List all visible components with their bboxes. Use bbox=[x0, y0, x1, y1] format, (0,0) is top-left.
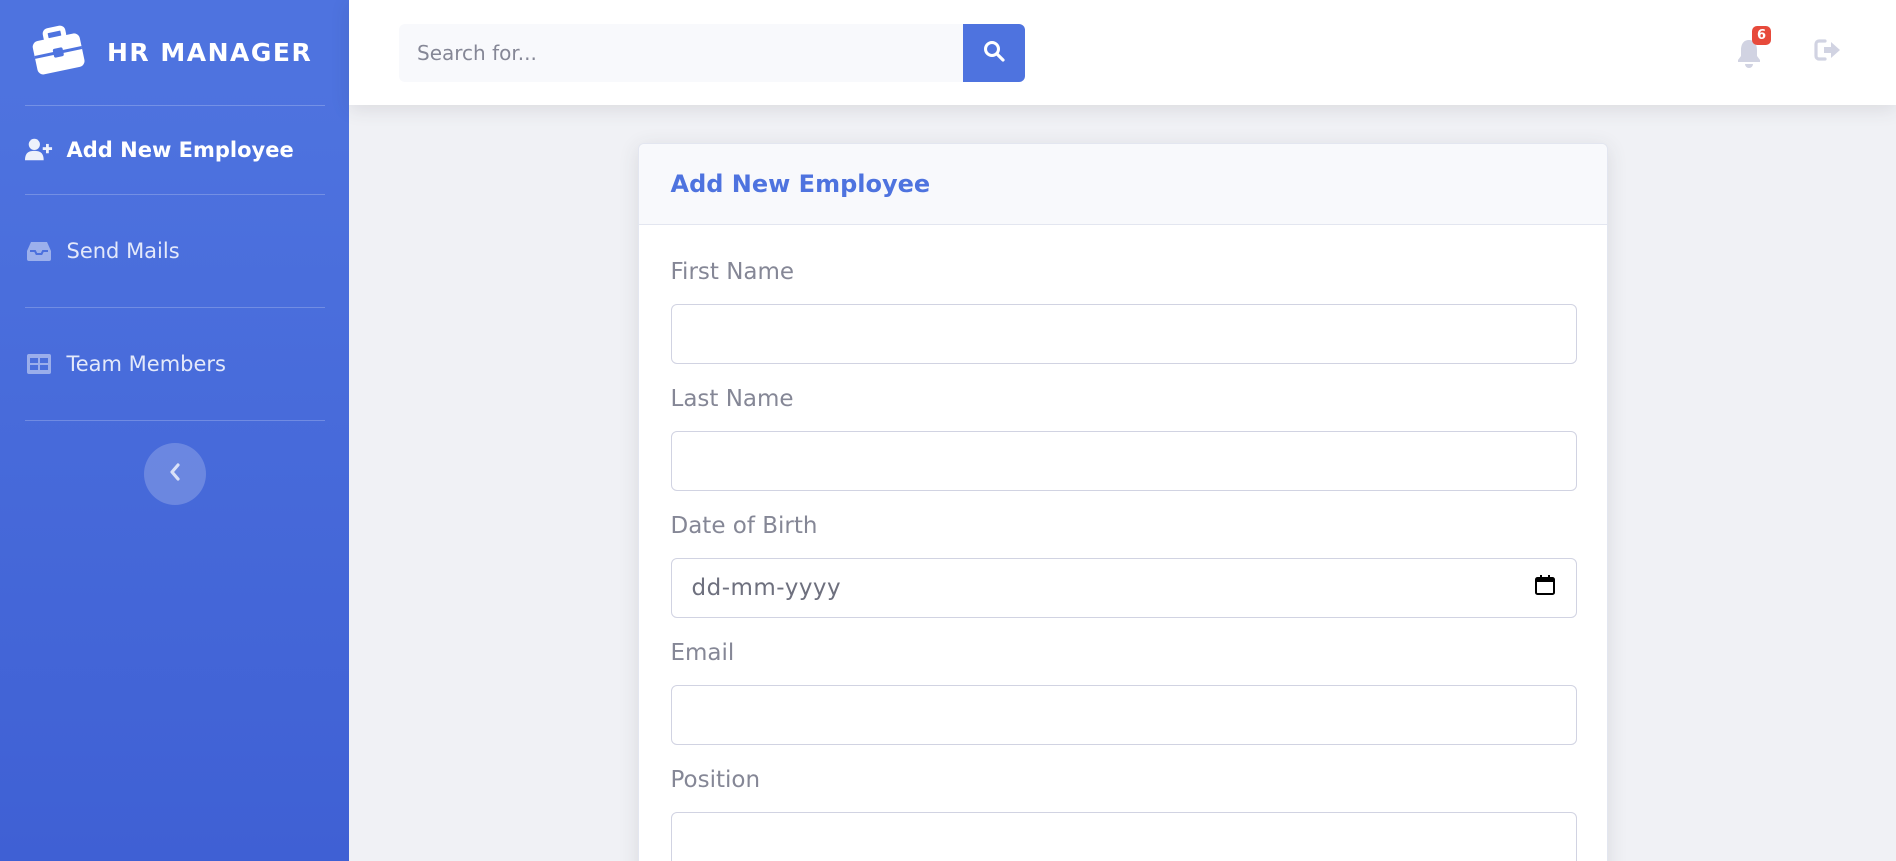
chevron-left-icon bbox=[168, 463, 182, 485]
topbar: 6 bbox=[349, 0, 1896, 105]
sidebar: HR MANAGER Add New Employee Send Mails T… bbox=[0, 0, 349, 861]
email-input[interactable] bbox=[670, 685, 1577, 745]
app-root: HR MANAGER Add New Employee Send Mails T… bbox=[0, 0, 1896, 861]
sidebar-item-team-members[interactable]: Team Members bbox=[25, 308, 325, 420]
sidebar-item-add-new-employee[interactable]: Add New Employee bbox=[24, 106, 325, 194]
last-name-label: Last Name bbox=[670, 386, 794, 412]
first-name-input[interactable] bbox=[670, 304, 1577, 364]
sidebar-item-label: Team Members bbox=[66, 352, 227, 376]
logout-button[interactable] bbox=[1814, 38, 1844, 68]
position-label: Position bbox=[670, 767, 761, 793]
form-group-last-name: Last Name bbox=[670, 386, 1577, 491]
search-icon bbox=[983, 40, 1005, 65]
form-group-position: Position bbox=[670, 767, 1577, 861]
date-of-birth-input[interactable]: dd-mm-yyyy bbox=[670, 558, 1577, 618]
position-input[interactable] bbox=[670, 812, 1577, 861]
search-input[interactable] bbox=[399, 23, 963, 82]
main-area: 6 Add New Employee bbox=[349, 0, 1896, 861]
inbox-icon bbox=[25, 241, 53, 261]
sidebar-item-label: Add New Employee bbox=[66, 138, 294, 162]
sidebar-item-label: Send Mails bbox=[66, 239, 180, 263]
search-group bbox=[399, 23, 1025, 82]
sidebar-item-send-mails[interactable]: Send Mails bbox=[25, 195, 325, 307]
table-icon bbox=[25, 354, 53, 374]
brand[interactable]: HR MANAGER bbox=[25, 0, 324, 105]
content-area: Add New Employee First Name Last Name Da… bbox=[349, 105, 1896, 861]
form-group-email: Email bbox=[670, 640, 1577, 745]
notification-count-badge: 6 bbox=[1752, 25, 1771, 45]
last-name-input[interactable] bbox=[670, 431, 1577, 491]
form-group-first-name: First Name bbox=[670, 259, 1577, 364]
form-group-date-of-birth: Date of Birth dd-mm-yyyy bbox=[670, 513, 1577, 618]
email-label: Email bbox=[670, 640, 735, 666]
bell-icon bbox=[1736, 39, 1762, 72]
briefcase-icon bbox=[29, 25, 87, 81]
first-name-label: First Name bbox=[670, 259, 795, 285]
topbar-actions: 6 bbox=[1736, 25, 1846, 68]
search-button[interactable] bbox=[963, 23, 1025, 82]
add-employee-card: Add New Employee First Name Last Name Da… bbox=[637, 143, 1608, 861]
date-of-birth-label: Date of Birth bbox=[670, 513, 818, 539]
calendar-icon[interactable] bbox=[1534, 574, 1556, 602]
card-body: First Name Last Name Date of Birth dd-mm… bbox=[639, 225, 1607, 861]
date-placeholder: dd-mm-yyyy bbox=[691, 575, 842, 601]
card-title: Add New Employee bbox=[670, 170, 931, 198]
card-header: Add New Employee bbox=[638, 144, 1607, 225]
brand-title: HR MANAGER bbox=[107, 38, 313, 67]
user-plus-icon bbox=[24, 138, 53, 162]
sidebar-toggle-button[interactable] bbox=[143, 443, 206, 505]
sidebar-divider bbox=[24, 420, 325, 421]
logout-icon bbox=[1814, 38, 1842, 66]
notifications-button[interactable]: 6 bbox=[1736, 25, 1771, 68]
